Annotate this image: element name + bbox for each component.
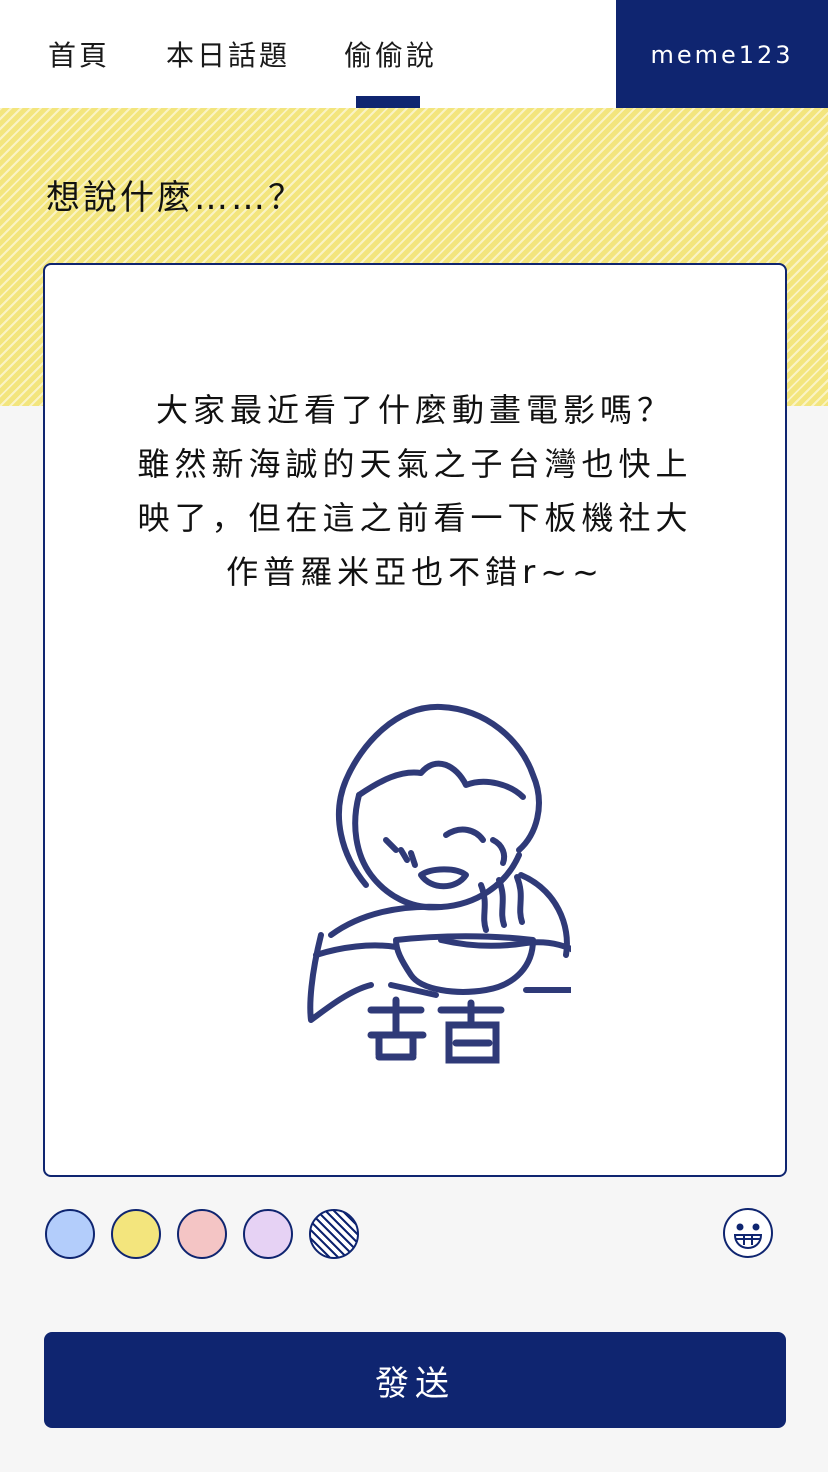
tab-home[interactable]: 首頁: [48, 34, 110, 74]
message-body[interactable]: 大家最近看了什麼動畫電影嗎？ 雖然新海誠的天氣之子台灣也快上 映了，但在這之前看…: [105, 383, 725, 599]
color-swatch-lavender[interactable]: [243, 1209, 293, 1259]
grin-face-icon[interactable]: [722, 1207, 774, 1259]
compose-prompt: 想說什麼……？: [46, 178, 305, 218]
message-card[interactable]: 大家最近看了什麼動畫電影嗎？ 雖然新海誠的天氣之子台灣也快上 映了，但在這之前看…: [43, 263, 787, 1177]
active-tab-indicator: [356, 96, 420, 108]
color-swatch-striped[interactable]: [309, 1209, 359, 1259]
color-swatch-blue[interactable]: [45, 1209, 95, 1259]
color-swatch-yellow[interactable]: [111, 1209, 161, 1259]
color-swatch-pink[interactable]: [177, 1209, 227, 1259]
eating-noodles-doodle-icon: [307, 703, 571, 1064]
username: meme123: [650, 41, 794, 69]
user-account-button[interactable]: meme123: [616, 0, 828, 110]
tab-today-topic[interactable]: 本日話題: [166, 34, 290, 74]
tab-secret-talk[interactable]: 偷偷說: [344, 34, 437, 74]
send-button[interactable]: 發送: [44, 1332, 786, 1428]
